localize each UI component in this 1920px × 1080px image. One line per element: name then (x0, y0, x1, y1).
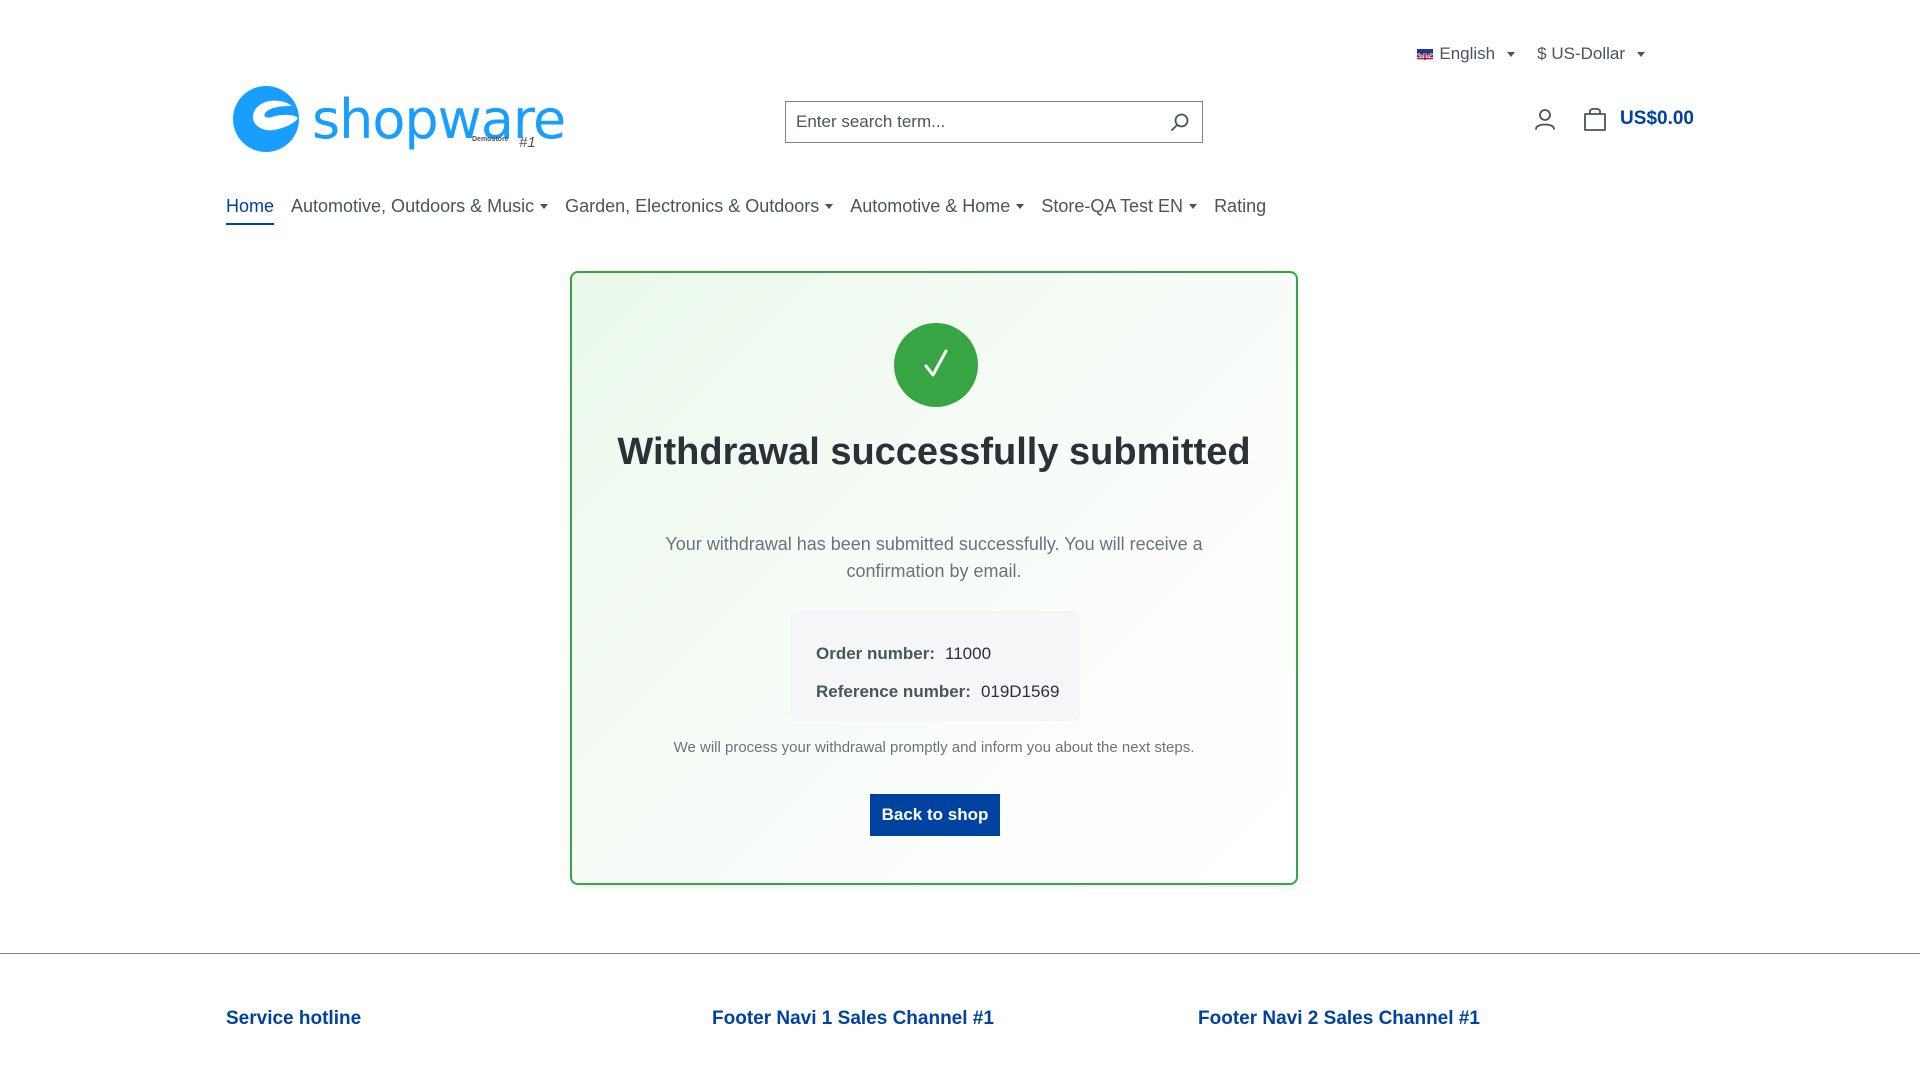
account-button[interactable] (1530, 104, 1560, 134)
caret-down-icon (1507, 51, 1516, 57)
nav-item-rating[interactable]: Rating (1214, 196, 1266, 225)
reference-number-value: 019D1569 (980, 682, 1060, 701)
footer-navi-2[interactable]: Footer Navi 2 Sales Channel #1 (1198, 1008, 1480, 1030)
search-icon (1171, 113, 1189, 131)
footer-navi-1[interactable]: Footer Navi 1 Sales Channel #1 (712, 1008, 994, 1030)
currency-selector[interactable]: $ US-Dollar (1537, 44, 1645, 64)
reference-number-row: Reference number: 019D1569 (816, 673, 1080, 711)
uk-flag-icon (1417, 48, 1434, 60)
nav-item-home[interactable]: Home (226, 196, 275, 225)
shopping-bag-icon (1584, 107, 1606, 131)
shopware-logo-icon (233, 86, 299, 152)
back-to-shop-button[interactable]: Back to shop (870, 794, 1000, 836)
currency-label: $ US-Dollar (1537, 44, 1625, 63)
nav-item-label: Garden, Electronics & Outdoors (565, 196, 820, 216)
footer-divider (0, 953, 1920, 954)
language-selector[interactable]: English (1417, 44, 1516, 64)
nav-item-store-qa-test[interactable]: Store-QA Test EN (1041, 196, 1198, 225)
logo-number: #1 (519, 134, 536, 151)
caret-down-icon (1189, 204, 1198, 209)
order-number-label: Order number: (816, 644, 936, 663)
search-input[interactable] (786, 102, 1158, 142)
reference-number-label: Reference number: (816, 682, 971, 701)
nav-item-label: Automotive, Outdoors & Music (291, 196, 535, 216)
search-button[interactable] (1158, 102, 1202, 142)
search-box (785, 101, 1203, 143)
top-bar: English $ US-Dollar (1417, 44, 1645, 64)
nav-item-label: Store-QA Test EN (1041, 196, 1184, 216)
logo-sub: Demostore (472, 136, 509, 143)
success-title: Withdrawal successfully submitted (617, 431, 1251, 473)
order-number-value: 11000 (945, 644, 992, 663)
nav-item-garden-electronics-outdoors[interactable]: Garden, Electronics & Outdoors (565, 196, 834, 225)
caret-down-icon (1016, 204, 1025, 209)
caret-down-icon (540, 204, 549, 209)
user-icon (1535, 109, 1555, 130)
footer-service-hotline[interactable]: Service hotline (226, 1008, 361, 1030)
caret-down-icon (825, 204, 834, 209)
caret-down-icon (1637, 51, 1645, 57)
main-navigation: Home Automotive, Outdoors & Music Garden… (226, 196, 1266, 225)
cart-button[interactable]: US$0.00 (1582, 106, 1694, 132)
nav-item-label: Automotive & Home (850, 196, 1011, 216)
cart-total: US$0.00 (1620, 108, 1694, 129)
order-number-row: Order number: 11000 (816, 635, 1080, 673)
header-actions: US$0.00 (1530, 104, 1694, 134)
nav-item-label: Home (226, 196, 275, 216)
nav-item-label: Rating (1214, 196, 1267, 216)
language-label: English (1439, 44, 1496, 63)
success-check-icon (894, 323, 978, 407)
nav-item-automotive-home[interactable]: Automotive & Home (850, 196, 1025, 225)
nav-item-automotive-outdoors-music[interactable]: Automotive, Outdoors & Music (291, 196, 549, 225)
header: shopware Demostore #1 US$0.00 (226, 84, 1694, 164)
shopware-logo[interactable]: shopware Demostore #1 (232, 84, 566, 159)
process-note: We will process your withdrawal promptly… (673, 739, 1195, 756)
withdrawal-success-card: Withdrawal successfully submitted Your w… (570, 271, 1298, 885)
withdrawal-details: Order number: 11000 Reference number: 019D… (790, 611, 1080, 721)
success-message: Your withdrawal has been submitted succe… (665, 534, 1203, 581)
